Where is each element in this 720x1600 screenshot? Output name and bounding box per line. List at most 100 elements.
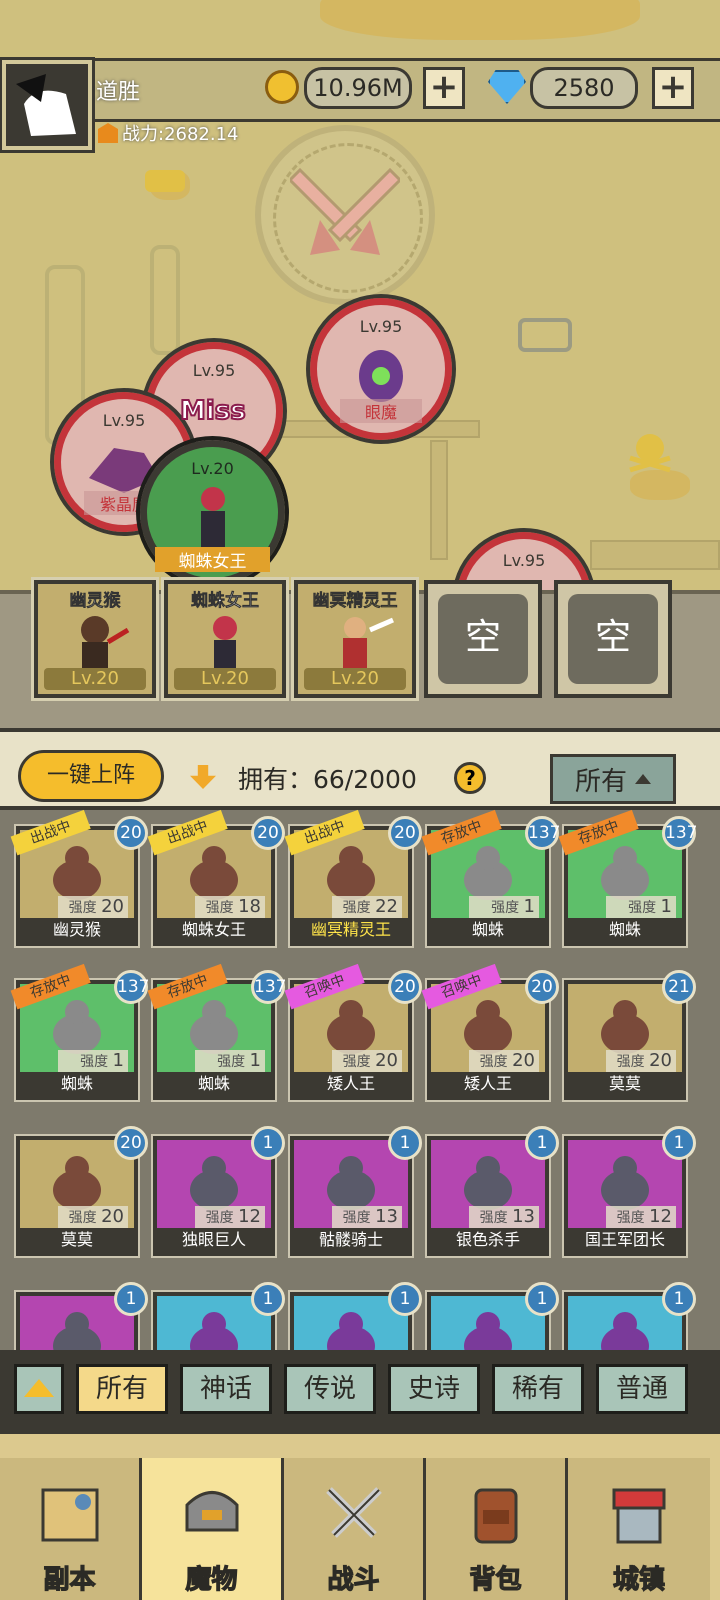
skull-crossbones-icon — [629, 434, 671, 473]
monster-card[interactable]: 存放中 137 强度 1 蜘蛛 — [10, 963, 149, 1102]
strength-indicator: 强度 22 — [332, 896, 402, 918]
strength-label: 强度 — [479, 1054, 508, 1070]
enemy-level: Lv.95 — [192, 361, 236, 380]
player-avatar[interactable] — [0, 57, 95, 153]
nav-label: 城镇 — [612, 1564, 665, 1595]
enemy-unit[interactable]: Lv.95 眼魔 — [306, 294, 456, 444]
strength-value: 12 — [649, 1206, 672, 1227]
filter-dropdown[interactable]: 所有 — [550, 754, 676, 804]
strength-indicator: 强度 20 — [58, 896, 128, 918]
strength-value: 1 — [249, 1050, 261, 1071]
one-key-deploy-button[interactable]: 一键上阵 — [18, 750, 164, 802]
combat-power: 战力:2682.14 — [98, 120, 239, 146]
tab-legendary[interactable]: 传说 — [284, 1364, 376, 1414]
tab-epic[interactable]: 史诗 — [388, 1364, 480, 1414]
monster-card[interactable]: 1 强度 12 独眼巨人 — [151, 1126, 285, 1258]
tab-common[interactable]: 普通 — [596, 1364, 688, 1414]
player-name: 道胜 — [96, 80, 141, 105]
empty-lineup-slot[interactable]: 空 — [554, 580, 672, 698]
count-badge: 1 — [525, 1126, 559, 1160]
strength-indicator: 强度 18 — [195, 896, 265, 918]
count-badge: 137 — [114, 970, 149, 1004]
strength-label: 强度 — [217, 1054, 246, 1070]
count-badge: 1 — [662, 1282, 696, 1316]
backpack-icon — [474, 1488, 517, 1544]
helmet-icon — [185, 1491, 238, 1532]
card-name: 蜘蛛 — [568, 918, 682, 942]
strength-label: 强度 — [616, 1054, 645, 1070]
tab-all[interactable]: 所有 — [76, 1364, 168, 1414]
monster-card[interactable]: 1 强度 13 银色杀手 — [425, 1126, 559, 1258]
strength-value: 20 — [512, 1050, 535, 1071]
count-badge: 1 — [662, 1126, 696, 1160]
enemy-level: Lv.95 — [359, 317, 403, 336]
strength-label: 强度 — [491, 900, 520, 916]
monster-card[interactable]: 存放中 137 强度 1 蜘蛛 — [558, 809, 697, 948]
empty-lineup-slot[interactable]: 空 — [424, 580, 542, 698]
caret-up-icon — [635, 774, 651, 784]
monster-card[interactable]: 出战中 20 强度 22 幽冥精灵王 — [284, 809, 422, 948]
monster-card[interactable]: 1 强度 12 国王军团长 — [562, 1126, 696, 1258]
strength-value: 1 — [112, 1050, 124, 1071]
monster-card[interactable]: 20 强度 20 莫莫 — [14, 1126, 148, 1258]
strength-label: 强度 — [479, 1210, 508, 1226]
ally-unit[interactable]: Lv.20 蜘蛛女王 — [136, 436, 289, 589]
strength-value: 20 — [101, 1206, 124, 1227]
strength-indicator: 强度 20 — [58, 1206, 128, 1228]
crossed-swords-emblem-icon — [290, 167, 400, 255]
count-badge: 20 — [388, 816, 422, 850]
gem-amount: 2580 — [530, 67, 638, 109]
tab-rare[interactable]: 稀有 — [492, 1364, 584, 1414]
nav-dungeon[interactable]: 副本 — [0, 1458, 142, 1600]
count-badge: 1 — [525, 1282, 559, 1316]
owned-count: 拥有：66/2000 — [238, 765, 417, 794]
up-arrow-icon — [24, 1379, 54, 1397]
strength-indicator: 强度 12 — [606, 1206, 676, 1228]
collapse-button[interactable] — [14, 1364, 64, 1414]
card-name: 蜘蛛女王 — [157, 918, 271, 942]
monster-card[interactable]: 1 强度 13 骷髅骑士 — [288, 1126, 422, 1258]
lineup-slot[interactable]: 幽冥精灵王 Lv.20 — [291, 577, 419, 701]
nav-town[interactable]: 城镇 — [568, 1458, 710, 1600]
slot-level: Lv.20 — [304, 668, 406, 690]
monster-card[interactable]: 存放中 137 强度 1 蜘蛛 — [147, 963, 286, 1102]
add-gems-button[interactable]: + — [652, 67, 694, 109]
lineup-slot[interactable]: 幽灵猴 Lv.20 — [31, 577, 159, 701]
avatar-portrait-icon — [6, 64, 88, 146]
ally-level: Lv.20 — [191, 459, 234, 478]
nav-label: 副本 — [43, 1564, 96, 1595]
help-button[interactable]: ? — [454, 762, 486, 794]
lineup-slot[interactable]: 蜘蛛女王 Lv.20 — [161, 577, 289, 701]
slot-name: 蜘蛛女王 — [191, 591, 260, 612]
nav-monsters[interactable]: 魔物 — [142, 1458, 284, 1600]
card-name: 矮人王 — [431, 1072, 545, 1096]
tab-mythic[interactable]: 神话 — [180, 1364, 272, 1414]
add-gold-button[interactable]: + — [423, 67, 465, 109]
strength-label: 强度 — [342, 1210, 371, 1226]
card-name: 幽灵猴 — [20, 918, 134, 942]
card-name: 莫莫 — [568, 1072, 682, 1096]
monster-card[interactable]: 存放中 137 强度 1 蜘蛛 — [421, 809, 560, 948]
monster-card[interactable]: 召唤中 20 强度 20 矮人王 — [284, 963, 422, 1102]
nav-battle[interactable]: 战斗 — [284, 1458, 426, 1600]
filter-label: 所有 — [574, 766, 627, 797]
monster-card[interactable]: 出战中 20 强度 18 蜘蛛女王 — [147, 809, 285, 948]
strength-label: 强度 — [616, 1210, 645, 1226]
nav-backpack[interactable]: 背包 — [426, 1458, 568, 1600]
strength-label: 强度 — [68, 900, 97, 916]
strength-value: 18 — [238, 896, 261, 917]
monster-card[interactable]: 出战中 20 强度 20 幽灵猴 — [10, 809, 148, 948]
slot-name: 幽冥精灵王 — [312, 591, 398, 612]
strength-indicator: 强度 20 — [469, 1050, 539, 1072]
monster-card[interactable]: 21 强度 20 莫莫 — [562, 970, 696, 1102]
count-badge: 137 — [251, 970, 286, 1004]
strength-indicator: 强度 20 — [332, 1050, 402, 1072]
card-name: 独眼巨人 — [157, 1228, 271, 1252]
strength-indicator: 强度 1 — [195, 1050, 265, 1072]
monster-card[interactable]: 召唤中 20 强度 20 矮人王 — [421, 963, 559, 1102]
enemy-level: Lv.95 — [502, 551, 546, 570]
card-name: 银色杀手 — [431, 1228, 545, 1252]
nether-elf-king-icon — [343, 617, 394, 670]
strength-label: 强度 — [342, 900, 371, 916]
slot-level: Lv.20 — [174, 668, 276, 690]
